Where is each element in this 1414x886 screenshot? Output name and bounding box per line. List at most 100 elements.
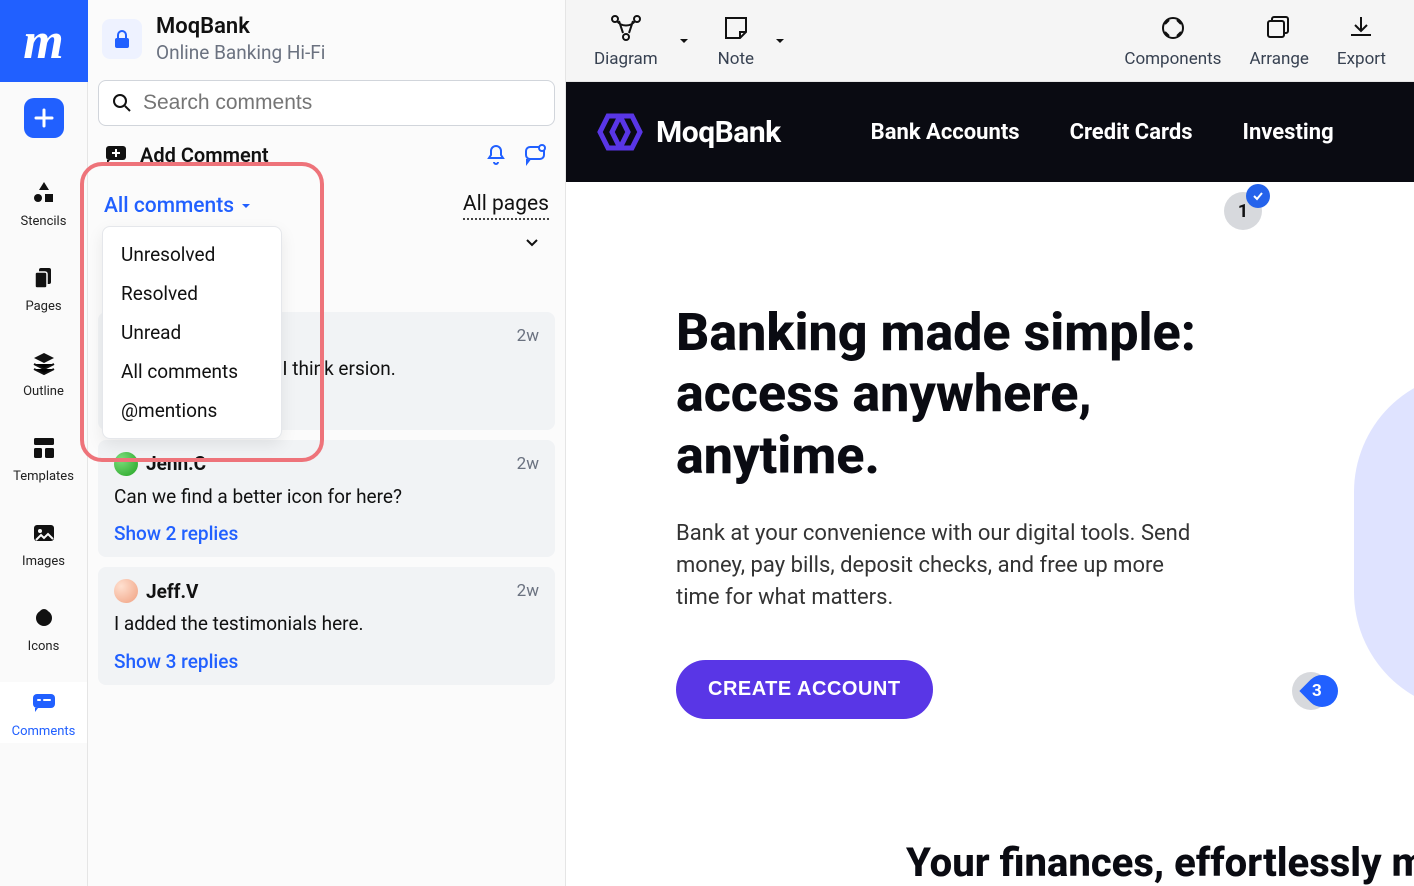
caret-down-icon[interactable] [678,35,690,47]
lock-badge[interactable] [102,19,142,59]
diagram-icon [609,13,643,43]
comment-marker-3[interactable]: 3 [1292,672,1330,710]
caret-down-icon[interactable] [774,35,786,47]
filter-dropdown-menu: Unresolved Resolved Unread All comments … [102,226,282,439]
show-replies-link[interactable]: Show 2 replies [114,522,539,545]
mock-nav-link[interactable]: Credit Cards [1070,120,1193,145]
toolbar-label: Diagram [594,49,658,69]
comment-text: I added the testimonials here. [114,611,539,638]
sidebar-item-pages[interactable]: Pages [0,257,87,318]
add-comment-button[interactable]: Add Comment [104,143,269,167]
mock-second-headline: Your finances, effortlessly m [676,839,1414,886]
sidebar-item-images[interactable]: Images [0,512,87,573]
comment-author: Jenn.C [146,452,206,475]
sidebar-item-templates[interactable]: Templates [0,427,87,488]
mock-cta-button[interactable]: CREATE ACCOUNT [676,660,933,719]
sidebar-item-label: Images [22,554,65,569]
chat-settings-icon[interactable] [523,142,549,168]
dropdown-item-resolved[interactable]: Resolved [103,274,281,313]
top-toolbar: Diagram Note Components Arrange Export [566,0,1414,82]
avatar [114,452,138,476]
search-icon [111,92,133,114]
sidebar-item-label: Outline [23,384,64,399]
templates-icon [27,431,61,465]
toolbar-export-button[interactable]: Export [1337,13,1386,69]
mock-hero: Banking made simple: access anywhere, an… [566,182,1414,886]
comments-filter-label: All comments [104,194,234,218]
toolbar-arrange-button[interactable]: Arrange [1249,13,1308,69]
pages-filter-label: All pages [463,192,549,216]
sidebar-item-label: Comments [12,724,76,739]
comment-time: 2w [517,581,539,601]
images-icon [27,516,61,550]
comment-time: 2w [517,326,539,346]
sidebar-item-comments[interactable]: Comments [0,682,87,743]
right-area: Diagram Note Components Arrange Export [566,0,1414,886]
search-field[interactable] [143,91,542,115]
mock-site-nav: Bank Accounts Credit Cards Investing [871,120,1334,145]
sidebar-item-label: Pages [25,299,61,314]
avatar [114,579,138,603]
dropdown-item-unresolved[interactable]: Unresolved [103,235,281,274]
toolbar-label: Export [1337,49,1386,69]
sidebar-item-label: Stencils [21,214,67,229]
icons-icon [27,601,61,635]
dropdown-item-unread[interactable]: Unread [103,313,281,352]
arrange-icon [1263,13,1295,43]
comments-panel: MoqBank Online Banking Hi-Fi Add Comment… [88,0,566,886]
search-input[interactable] [98,80,555,126]
add-comment-label: Add Comment [140,143,269,167]
app-logo[interactable]: m [0,0,88,82]
mock-hero-subtitle: Bank at your convenience with our digita… [676,518,1196,614]
comment-card[interactable]: Jenn.C 2w Can we find a better icon for … [98,440,555,558]
bell-icon[interactable] [483,142,509,168]
filter-row: All comments All pages Unresolved Resolv… [88,180,565,228]
project-subtitle: Online Banking Hi-Fi [156,41,325,64]
toolbar-label: Arrange [1249,49,1308,69]
lock-icon [111,28,133,50]
toolbar-components-button[interactable]: Components [1124,13,1221,69]
check-icon [1246,184,1270,208]
comment-author: Jeff.V [146,580,198,603]
add-button[interactable] [24,98,64,138]
plus-icon [34,108,54,128]
panel-header: MoqBank Online Banking Hi-Fi [88,0,565,74]
show-replies-link[interactable]: Show 3 replies [114,650,539,673]
mock-nav-link[interactable]: Bank Accounts [871,120,1020,145]
comment-time: 2w [517,454,539,474]
logo-letter: m [23,12,63,71]
pages-filter-dropdown[interactable]: All pages [463,192,549,220]
toolbar-diagram-button[interactable]: Diagram [594,13,658,69]
left-sidebar: m Stencils Pages Outline [0,0,88,886]
toolbar-label: Components [1124,49,1221,69]
comment-text: Can we find a better icon for here? [114,484,539,511]
pages-icon [27,261,61,295]
canvas[interactable]: MoqBank Bank Accounts Credit Cards Inves… [566,82,1414,886]
add-comment-icon [104,143,128,167]
outline-icon [27,346,61,380]
comment-marker-1[interactable]: 1 [1224,192,1262,230]
components-icon [1157,13,1189,43]
mock-site-header: MoqBank Bank Accounts Credit Cards Inves… [566,82,1414,182]
sidebar-item-icons[interactable]: Icons [0,597,87,658]
toolbar-note-button[interactable]: Note [718,13,754,69]
project-title: MoqBank [156,14,325,39]
dropdown-item-all[interactable]: All comments [103,352,281,391]
stencils-icon [27,176,61,210]
hexagon-icon [596,108,644,156]
mock-hero-title: Banking made simple: access anywhere, an… [676,302,1296,486]
caret-down-icon [240,200,252,212]
export-icon [1345,13,1377,43]
sidebar-item-label: Templates [13,469,74,484]
chevron-down-icon[interactable] [523,234,541,252]
comments-filter-dropdown[interactable]: All comments [104,194,252,218]
mock-nav-link[interactable]: Investing [1243,120,1334,145]
dropdown-item-mentions[interactable]: @mentions [103,391,281,430]
sidebar-item-stencils[interactable]: Stencils [0,172,87,233]
comment-card[interactable]: Jeff.V 2w I added the testimonials here.… [98,567,555,685]
mock-brand: MoqBank [656,115,781,150]
marker-number: 1 [1238,201,1248,222]
sidebar-item-label: Icons [28,639,60,654]
mock-site-logo: MoqBank [596,108,781,156]
sidebar-item-outline[interactable]: Outline [0,342,87,403]
